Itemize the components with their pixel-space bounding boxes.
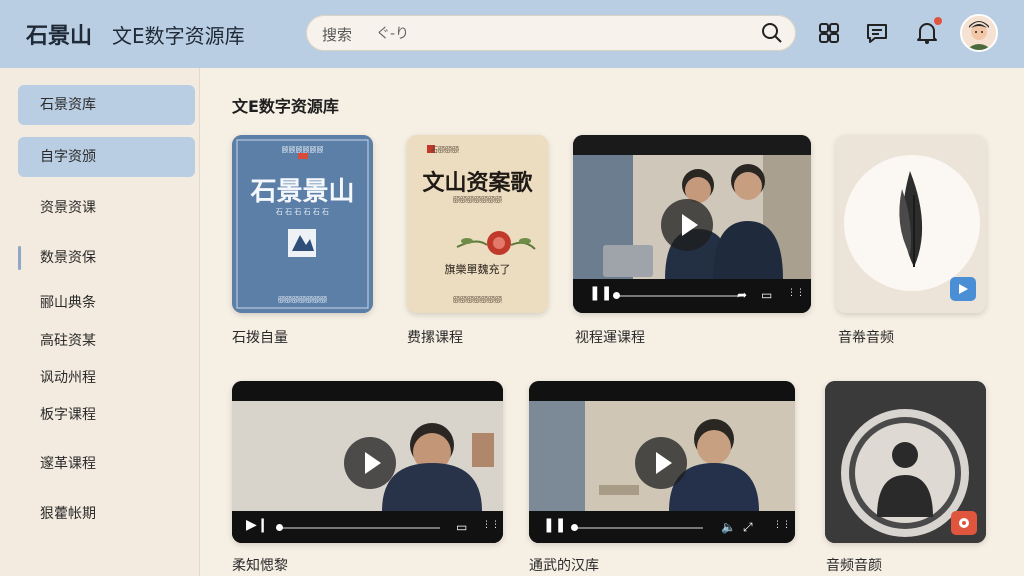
next-icon[interactable]: ▶❙ (246, 517, 269, 533)
notification-badge (934, 17, 942, 25)
resource-card-book-2[interactable]: 石颐颐颐 文山资案歌 颐颐颐颐颐颐颐 旗樂單魏充了 颐颐颐颐颐颐颐 (407, 135, 548, 313)
search-icon[interactable] (761, 22, 783, 44)
share-icon[interactable]: ➦ (737, 288, 747, 302)
message-icon[interactable] (864, 20, 890, 46)
grid-icon[interactable] (816, 20, 842, 46)
play-button[interactable] (344, 437, 396, 489)
settings-icon[interactable]: ⋮⋮ (773, 520, 791, 530)
app-title: 文E数字资源库 (112, 24, 245, 48)
settings-icon[interactable]: ⋮⋮ (482, 520, 500, 530)
book-cover-title: 文山资案歌 (422, 170, 533, 196)
section-title: 文E数字资源库 (232, 97, 339, 116)
video-controls: ❚❚ 🔈 ⤢ ⋮⋮ (529, 511, 795, 543)
audio-badge (951, 511, 977, 535)
book-cover-mid-text: 旗樂單魏充了 (444, 263, 511, 276)
book-cover-title: 石景景山 (250, 177, 355, 207)
card-label[interactable]: 视程運课程 (575, 327, 645, 347)
sidebar-item-8[interactable]: 板字课程 (18, 395, 195, 435)
book-cover-bottom-text: 颐颐颐颐颐颐颐 (453, 296, 502, 304)
avatar-face-icon (962, 16, 996, 50)
search-bar[interactable]: 搜索 (306, 15, 796, 51)
sidebar: 石景资库 自字资颁 资景资课 数景资保 郦山典条 高砫资某 讽动州程 板字课程 … (0, 68, 200, 576)
progress-knob[interactable] (571, 524, 578, 531)
progress-knob[interactable] (613, 292, 620, 299)
progress-track[interactable] (615, 295, 739, 297)
progress-knob[interactable] (276, 524, 283, 531)
sidebar-item-4[interactable]: 数景资保 (18, 238, 195, 278)
progress-track[interactable] (278, 527, 440, 529)
notification-button[interactable] (914, 17, 942, 46)
video-controls: ❚❚ ➦ ▭ ⋮⋮ (573, 279, 811, 313)
volume-icon[interactable]: 🔈 (721, 520, 736, 534)
sidebar-item-7[interactable]: 讽动州程 (18, 358, 195, 398)
cast-icon[interactable]: ▭ (456, 520, 467, 534)
sidebar-item-1[interactable]: 石景资库 (18, 85, 195, 125)
card-label[interactable]: 柔知愢黎 (232, 555, 288, 575)
book-cover-image (407, 135, 548, 313)
sidebar-item-9[interactable]: 邃革课程 (18, 444, 195, 484)
brand-logo[interactable]: 石景山 (26, 18, 92, 50)
play-button[interactable] (661, 199, 713, 251)
book-cover-top-text: 颐颐颐颐颐颐 (281, 146, 324, 154)
sidebar-item-2[interactable]: 自字资颁 (18, 137, 195, 177)
resource-card-video-2[interactable]: ▶❙ ▭ ⋮⋮ (232, 381, 503, 543)
book-cover-bottom-text: 颐颐颐颐颐颐颐 (278, 296, 327, 304)
progress-track[interactable] (573, 527, 703, 529)
resource-card-video-3[interactable]: ❚❚ 🔈 ⤢ ⋮⋮ (529, 381, 795, 543)
audio-badge (950, 277, 976, 301)
video-controls: ▶❙ ▭ ⋮⋮ (232, 511, 503, 543)
resource-card-audio-2[interactable] (825, 381, 986, 543)
card-label[interactable]: 音帣音频 (838, 327, 894, 347)
search-label: 搜索 (322, 26, 353, 44)
card-label[interactable]: 通武的汉库 (529, 555, 599, 575)
sidebar-item-3[interactable]: 资景资课 (18, 188, 195, 228)
book-cover-top-text: 石颐颐颐 (431, 146, 459, 154)
audio-type-icon (959, 518, 969, 528)
pause-icon[interactable]: ❚❚ (589, 285, 612, 301)
pause-icon[interactable]: ❚❚ (543, 517, 566, 533)
user-avatar[interactable] (960, 14, 998, 52)
settings-icon[interactable]: ⋮⋮ (787, 288, 805, 298)
resource-card-book-1[interactable]: 颐颐颐颐颐颐 石景景山 石 石 石 石 石 石 颐颐颐颐颐颐颐 (232, 135, 373, 313)
resource-card-video-1[interactable]: ❚❚ ➦ ▭ ⋮⋮ (573, 135, 811, 313)
sidebar-item-10[interactable]: 狠藿帐期 (18, 494, 195, 534)
play-button[interactable] (635, 437, 687, 489)
audio-type-icon (959, 284, 968, 294)
book-cover-subtitle: 石 石 石 石 石 石 (275, 208, 330, 216)
sidebar-item-6[interactable]: 高砫资某 (18, 321, 195, 361)
top-header: 石景山 文E数字资源库 搜索 (0, 0, 1024, 68)
cast-icon[interactable]: ▭ (761, 288, 772, 302)
card-label[interactable]: 石拨自量 (232, 327, 288, 347)
sidebar-item-5[interactable]: 郦山典条 (18, 283, 195, 323)
resource-card-audio-1[interactable] (836, 135, 986, 313)
search-input[interactable] (376, 21, 736, 45)
book-cover-subtitle: 颐颐颐颐颐颐颐 (453, 196, 502, 204)
book-cover-image (232, 135, 373, 313)
card-label[interactable]: 音频音颜 (826, 555, 882, 575)
card-label[interactable]: 费摞课程 (407, 327, 463, 347)
fullscreen-icon[interactable]: ⤢ (743, 520, 753, 535)
